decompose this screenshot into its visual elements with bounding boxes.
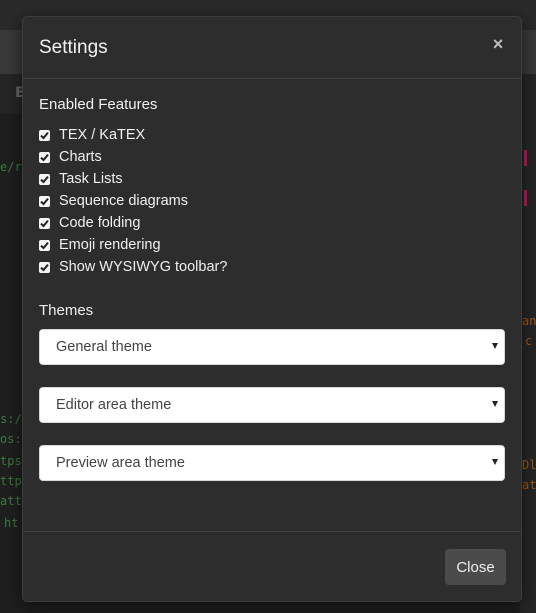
code-fragment: att <box>0 494 22 508</box>
code-fragment: ht <box>4 516 19 530</box>
close-icon[interactable]: × <box>491 35 505 53</box>
feature-list: TEX / KaTEX Charts Task Lists Sequence d… <box>39 124 505 278</box>
general-theme-select[interactable]: General theme <box>39 329 505 365</box>
feature-emoji-rendering[interactable]: Emoji rendering <box>39 234 505 256</box>
checkmark-icon <box>40 263 49 271</box>
checkmark-icon <box>40 197 49 205</box>
feature-label: Sequence diagrams <box>59 193 188 209</box>
code-fragment: ttp <box>0 474 22 488</box>
modal-header: Settings × <box>23 17 521 79</box>
feature-charts[interactable]: Charts <box>39 146 505 168</box>
checkbox[interactable] <box>39 173 50 185</box>
checkbox[interactable] <box>39 195 50 207</box>
checkbox[interactable] <box>39 129 50 141</box>
feature-label: Code folding <box>59 215 141 231</box>
feature-task-lists[interactable]: Task Lists <box>39 168 505 190</box>
checkmark-icon <box>40 131 49 139</box>
select-value: Preview area theme <box>56 455 185 471</box>
feature-label: Emoji rendering <box>59 237 161 253</box>
dropdown-caret-icon <box>492 401 498 407</box>
code-fragment: and <box>522 314 536 328</box>
select-value: General theme <box>56 339 152 355</box>
code-fragment: Dl <box>522 458 536 472</box>
gutter-mark <box>524 190 527 206</box>
preview-edge <box>520 114 536 613</box>
checkmark-icon <box>40 153 49 161</box>
enabled-features-label: Enabled Features <box>39 96 158 113</box>
code-fragment: c <box>525 334 533 348</box>
themes-label: Themes <box>39 302 94 319</box>
checkbox[interactable] <box>39 261 50 273</box>
feature-label: Charts <box>59 149 102 165</box>
settings-modal: Settings × Enabled Features TEX / KaTEX … <box>22 16 522 602</box>
editor-theme-select[interactable]: Editor area theme <box>39 387 505 423</box>
checkmark-icon <box>40 175 49 183</box>
dropdown-caret-icon <box>492 459 498 465</box>
feature-sequence-diagrams[interactable]: Sequence diagrams <box>39 190 505 212</box>
code-fragment: tps <box>0 454 22 468</box>
code-fragment: s:/ <box>0 412 22 426</box>
feature-label: Task Lists <box>59 171 123 187</box>
checkmark-icon <box>40 241 49 249</box>
feature-code-folding[interactable]: Code folding <box>39 212 505 234</box>
feature-wysiwyg-toolbar[interactable]: Show WYSIWYG toolbar? <box>39 256 505 278</box>
select-value: Editor area theme <box>56 397 172 413</box>
feature-tex-katex[interactable]: TEX / KaTEX <box>39 124 505 146</box>
checkbox[interactable] <box>39 151 50 163</box>
dropdown-caret-icon <box>492 343 498 349</box>
checkbox[interactable] <box>39 239 50 251</box>
modal-footer: Close <box>23 531 521 602</box>
gutter-mark <box>524 150 527 166</box>
code-fragment: os: <box>0 432 22 446</box>
checkbox[interactable] <box>39 217 50 229</box>
modal-body: Enabled Features TEX / KaTEX Charts Task… <box>39 95 505 481</box>
modal-title: Settings <box>39 37 108 58</box>
close-button[interactable]: Close <box>445 549 506 585</box>
code-fragment: e/r <box>0 160 22 174</box>
code-fragment: atr <box>522 478 536 492</box>
feature-label: Show WYSIWYG toolbar? <box>59 259 228 275</box>
checkmark-icon <box>40 219 49 227</box>
feature-label: TEX / KaTEX <box>59 127 146 143</box>
preview-theme-select[interactable]: Preview area theme <box>39 445 505 481</box>
